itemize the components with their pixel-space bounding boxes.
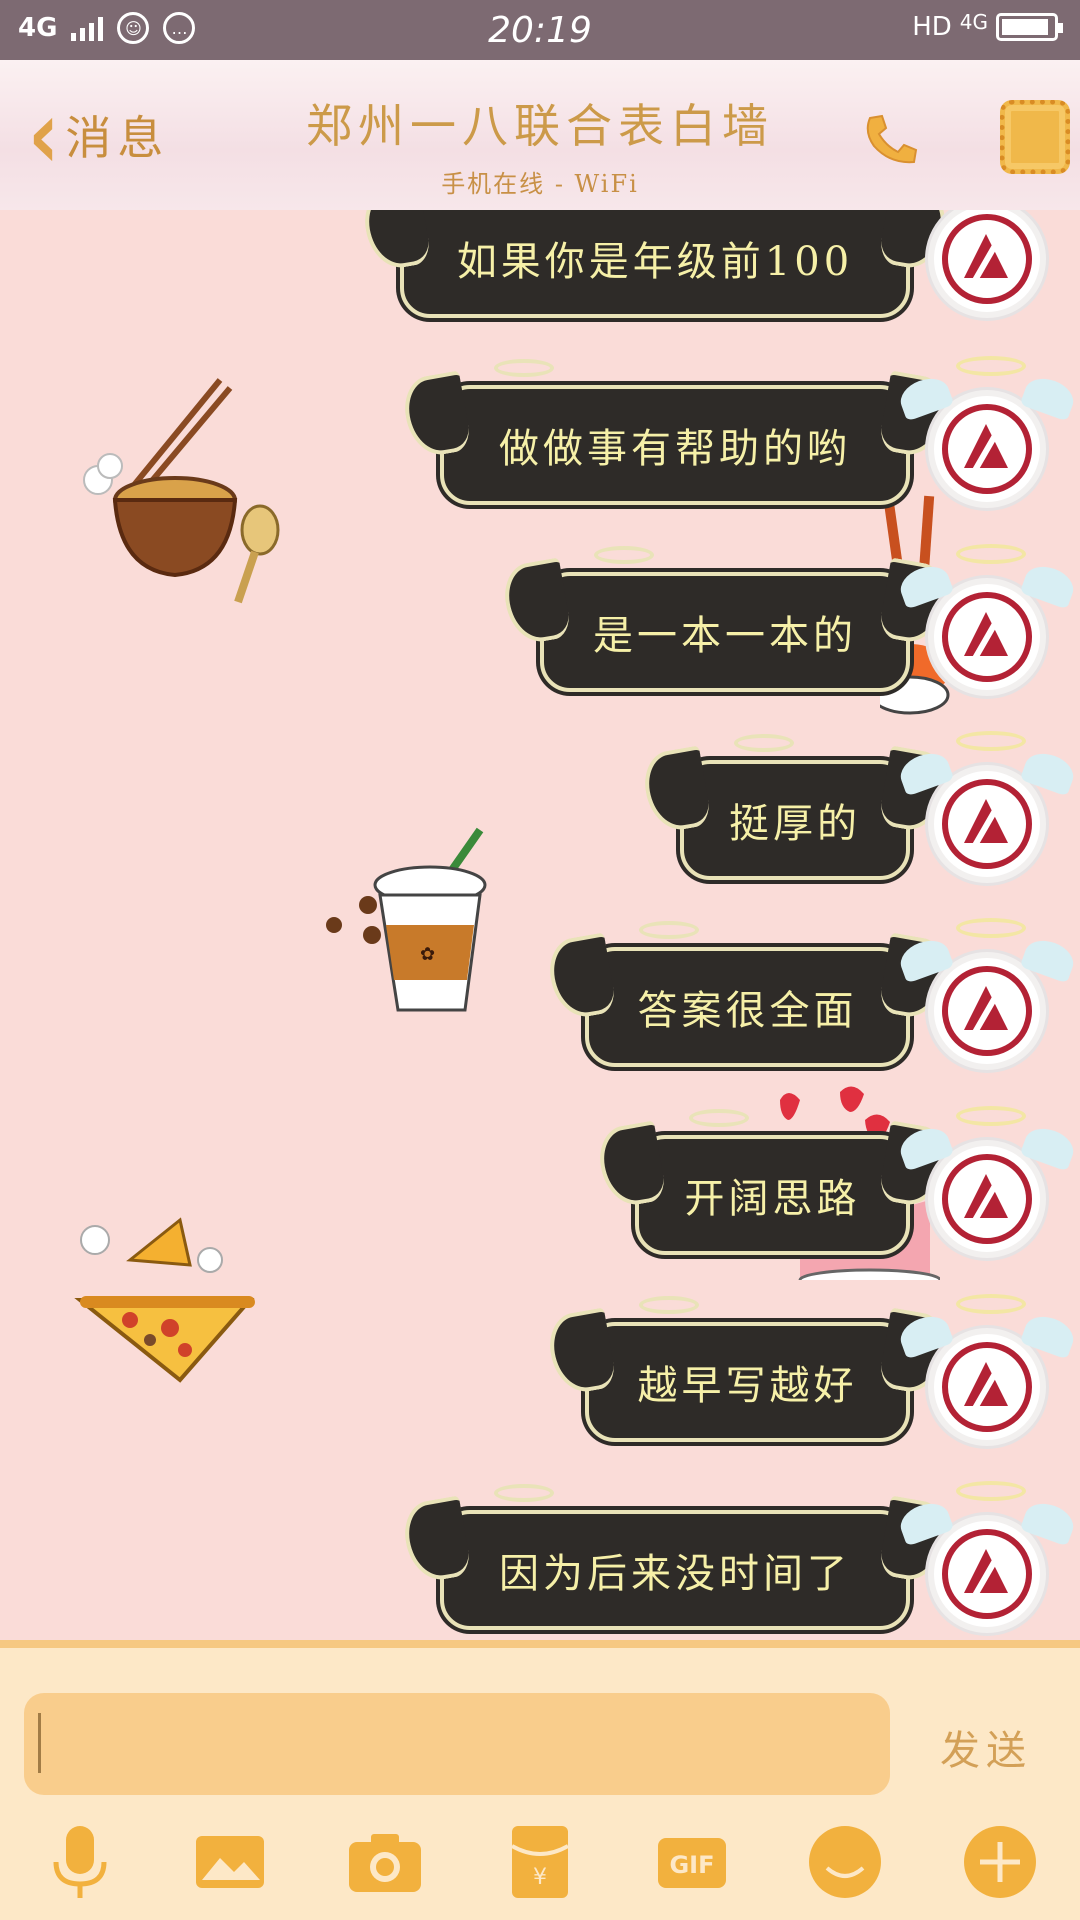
- image-icon[interactable]: [190, 1822, 270, 1902]
- input-toolbar: ¥ GIF: [0, 1810, 1080, 1920]
- status-bar: 4G ☺ … 20:19 HD 4G: [0, 0, 1080, 60]
- sender-avatar[interactable]: [895, 1106, 1079, 1258]
- chat-message[interactable]: 开阔思路: [594, 1109, 951, 1255]
- sender-avatar[interactable]: [895, 544, 1079, 696]
- pizza-sticker: [74, 1217, 255, 1383]
- microphone-icon[interactable]: [40, 1822, 120, 1902]
- chat-message[interactable]: 因为后来没时间了: [399, 1484, 951, 1630]
- message-bubble[interactable]: 越早写越好: [544, 1296, 951, 1442]
- message-text: 是一本一本的: [593, 613, 857, 659]
- message-bubble[interactable]: 是一本一本的: [499, 546, 951, 692]
- message-bubble[interactable]: 如果你是年级前100: [359, 210, 951, 318]
- profile-menu-icon[interactable]: [1000, 100, 1070, 174]
- sender-avatar[interactable]: [895, 1481, 1079, 1633]
- chat-message[interactable]: 如果你是年级前100: [359, 210, 951, 318]
- plus-icon[interactable]: [960, 1822, 1040, 1902]
- message-text: 开阔思路: [684, 1176, 861, 1222]
- coffee-cup-sticker: ✿: [326, 827, 487, 1012]
- sender-avatar[interactable]: [895, 731, 1079, 883]
- message-bubble[interactable]: 挺厚的: [639, 734, 951, 880]
- red-packet-icon[interactable]: ¥: [500, 1822, 580, 1902]
- chat-header: ‹ 消息 郑州一八联合表白墙 手机在线 - WiFi: [0, 60, 1080, 210]
- halo-icon: [494, 1484, 554, 1502]
- status-right: HD 4G: [912, 10, 1063, 42]
- message-text: 因为后来没时间了: [499, 1551, 851, 1597]
- input-bar: 发送: [0, 1640, 1080, 1810]
- chat-message[interactable]: 答案很全面: [544, 921, 951, 1067]
- chat-message[interactable]: 挺厚的: [639, 734, 951, 880]
- message-input[interactable]: [24, 1693, 890, 1795]
- message-bubble[interactable]: 因为后来没时间了: [399, 1484, 951, 1630]
- message-list[interactable]: ✿ 如果你是年级前100 做做事有帮助的哟 是一本一本的 挺厚的 答案很全面 开…: [0, 210, 1080, 1640]
- svg-text:✿: ✿: [420, 944, 435, 965]
- message-bubble[interactable]: 答案很全面: [544, 921, 951, 1067]
- halo-icon: [639, 921, 699, 939]
- battery-icon: [996, 13, 1063, 41]
- sender-avatar[interactable]: [895, 1294, 1079, 1446]
- message-bubble[interactable]: 开阔思路: [594, 1109, 951, 1255]
- message-bubble[interactable]: 做做事有帮助的哟: [399, 359, 951, 505]
- sender-avatar[interactable]: [928, 210, 1046, 318]
- chat-message[interactable]: 是一本一本的: [499, 546, 951, 692]
- halo-icon: [639, 1296, 699, 1314]
- send-button[interactable]: 发送: [940, 1718, 1032, 1776]
- sender-avatar[interactable]: [895, 356, 1079, 508]
- text-caret: [38, 1713, 41, 1773]
- chat-message[interactable]: 越早写越好: [544, 1296, 951, 1442]
- halo-icon: [734, 734, 794, 752]
- chat-message[interactable]: 做做事有帮助的哟: [399, 359, 951, 505]
- network-type-right: 4G: [959, 10, 988, 34]
- halo-icon: [689, 1109, 749, 1127]
- phone-icon[interactable]: [860, 110, 920, 170]
- red-packet-label: ¥: [533, 1865, 547, 1890]
- gif-icon[interactable]: GIF: [652, 1822, 732, 1902]
- message-text: 做做事有帮助的哟: [499, 426, 851, 472]
- gif-label: GIF: [669, 1851, 714, 1879]
- message-text: 越早写越好: [637, 1363, 858, 1409]
- message-text: 如果你是年级前100: [456, 239, 854, 285]
- camera-icon[interactable]: [345, 1822, 425, 1902]
- emoji-icon[interactable]: [805, 1822, 885, 1902]
- noodle-bowl-sticker: [83, 378, 280, 604]
- halo-icon: [494, 359, 554, 377]
- halo-icon: [594, 546, 654, 564]
- hd-indicator: HD: [912, 12, 952, 42]
- message-text: 挺厚的: [729, 801, 861, 847]
- message-text: 答案很全面: [637, 988, 858, 1034]
- sender-avatar[interactable]: [895, 918, 1079, 1070]
